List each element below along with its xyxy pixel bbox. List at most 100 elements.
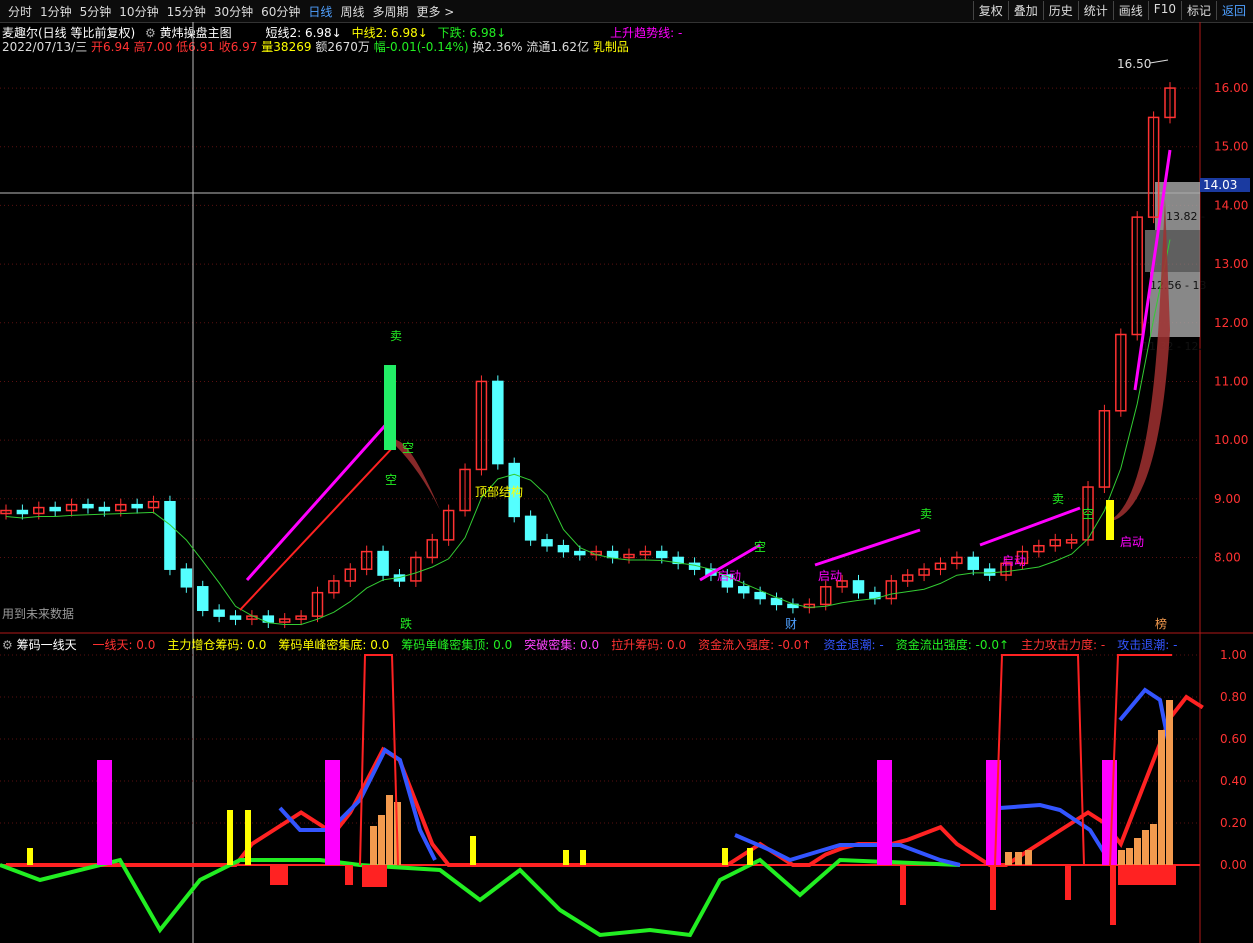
chart-header: 麦趣尔(日线 等比前复权) ⚙ 黄炜操盘主图 短线2: 6.98↓ 中线2: 6… <box>2 24 682 40</box>
chart-annotation: 空 <box>385 473 397 487</box>
candle-body <box>574 550 586 556</box>
candle-body <box>262 615 275 623</box>
toolbar-button-7[interactable]: 返回 <box>1215 1 1251 20</box>
candle-body <box>885 580 898 600</box>
price-tick-label: 14.00 <box>1214 198 1248 212</box>
tab-period-5[interactable]: 30分钟 <box>210 3 257 20</box>
bottom-mark: 榜 <box>1155 616 1167 631</box>
chart-annotation: 卖 <box>1052 492 1064 506</box>
toolbar-button-0[interactable]: 复权 <box>972 1 1008 20</box>
price-tick-label: 11.00 <box>1214 374 1248 388</box>
sub-indicator-name[interactable]: 筹码一线天 <box>17 638 77 652</box>
candle-body <box>967 556 980 570</box>
candle-body <box>65 503 78 512</box>
zone-label: 13.82 - <box>1166 210 1205 223</box>
candle-body <box>196 586 209 612</box>
candle-body <box>803 603 816 609</box>
chart-annotation: 启动 <box>1120 535 1144 549</box>
tab-period-1[interactable]: 1分钟 <box>36 3 76 20</box>
sub-legend-item-1: 主力增仓筹码: 0.0 <box>167 638 267 652</box>
candle-body <box>1098 410 1111 488</box>
candle-body <box>1016 550 1029 565</box>
candle-body <box>393 574 406 582</box>
zone-box <box>1145 230 1200 272</box>
candle-body <box>311 591 324 617</box>
candle-body <box>229 615 242 620</box>
zone-label: 11.32 - 12. <box>1142 340 1202 353</box>
volume-bar <box>1025 850 1032 865</box>
tab-period-8[interactable]: 周线 <box>336 3 368 20</box>
price-chart[interactable]: 16.00 15.00 14.00 13.00 12.00 11.00 10.00 9.00 8… <box>0 0 1253 943</box>
candle-body <box>164 500 176 570</box>
future-data-note: 用到未来数据 <box>2 606 74 621</box>
toolbar-button-6[interactable]: 标记 <box>1180 1 1216 20</box>
trend-line <box>1133 149 1172 391</box>
bottom-mark: 跌 <box>400 616 412 631</box>
tab-period-2[interactable]: 5分钟 <box>76 3 116 20</box>
candle-body <box>492 380 504 465</box>
price-tick-label: 10.00 <box>1214 433 1248 447</box>
candle-body <box>295 615 307 620</box>
candle-body <box>459 468 471 512</box>
toolbar-button-3[interactable]: 统计 <box>1077 1 1113 20</box>
chip-bar <box>580 850 586 865</box>
sub-tick-label: 0.80 <box>1220 690 1247 704</box>
candle-body <box>770 597 783 606</box>
candle-body <box>377 550 389 576</box>
candle-body <box>426 539 439 559</box>
quote-date: 2022/07/13/三 <box>2 40 88 54</box>
ebb-line <box>734 833 961 867</box>
tab-period-7[interactable]: 日线 <box>304 3 336 20</box>
candle-body <box>557 544 570 553</box>
chart-annotation: 启动 <box>1002 554 1026 568</box>
toolbar-button-2[interactable]: 历史 <box>1042 1 1078 20</box>
quote-open: 开6.94 <box>91 40 130 54</box>
tab-period-6[interactable]: 60分钟 <box>257 3 304 20</box>
sub-gear-icon[interactable]: ⚙ <box>2 638 13 652</box>
candle-body <box>475 380 488 471</box>
sub-tick-label: 0.00 <box>1220 858 1247 872</box>
negative-bar <box>1065 865 1071 900</box>
sub-tick-label: 1.00 <box>1220 648 1247 662</box>
price-tick-label: 16.00 <box>1214 81 1248 95</box>
tab-period-9[interactable]: 多周期 <box>368 3 412 20</box>
negative-bar <box>1110 865 1116 925</box>
tab-period-3[interactable]: 10分钟 <box>115 3 162 20</box>
chart-annotation: 卖 <box>920 507 932 521</box>
volume-bar <box>370 826 377 865</box>
candle-body <box>672 556 684 565</box>
trend-line <box>245 419 392 581</box>
candle-body <box>1049 539 1061 547</box>
toolbar-button-1[interactable]: 叠加 <box>1007 1 1043 20</box>
quote-amount: 额2670万 <box>315 40 370 54</box>
candle-body <box>246 615 258 620</box>
candle-body <box>934 562 947 570</box>
volume-bar <box>1166 700 1173 865</box>
candle-body <box>410 556 422 582</box>
candle-body <box>33 506 45 515</box>
sub-legend-item-9: 主力攻击力度: - <box>1021 638 1106 652</box>
period-tabs: 分时 1分钟 5分钟 10分钟 15分钟 30分钟 60分钟 日线 周线 多周期 更多 > <box>4 3 458 20</box>
candle-body <box>852 580 865 594</box>
candle-body <box>705 568 717 576</box>
candle-body <box>721 574 734 588</box>
tab-period-10[interactable]: 更多 > <box>412 3 458 20</box>
toolbar-button-4[interactable]: 画线 <box>1112 1 1148 20</box>
price-tick-label: 12.00 <box>1214 316 1248 330</box>
toolbar-buttons: 复权 叠加 历史 统计 画线 F10 标记 返回 <box>972 1 1251 20</box>
tab-period-4[interactable]: 15分钟 <box>163 3 210 20</box>
price-tick-label: 13.00 <box>1214 257 1248 271</box>
chip-bar <box>470 836 476 865</box>
toolbar-button-5[interactable]: F10 <box>1147 1 1181 20</box>
volume-bar <box>1005 852 1012 865</box>
candle-body <box>131 503 143 509</box>
sub-legend-item-6: 资金流入强度: -0.0↑ <box>698 638 812 652</box>
flow-out-line <box>0 857 961 938</box>
candle-body <box>983 568 996 576</box>
negative-bar <box>270 865 288 885</box>
tab-period-0[interactable]: 分时 <box>4 3 36 20</box>
sub-legend-item-2: 筹码单峰密集底: 0.0 <box>278 638 390 652</box>
chip-bar <box>747 848 753 865</box>
ma-line <box>5 239 1171 625</box>
plateau-line <box>994 654 1085 866</box>
